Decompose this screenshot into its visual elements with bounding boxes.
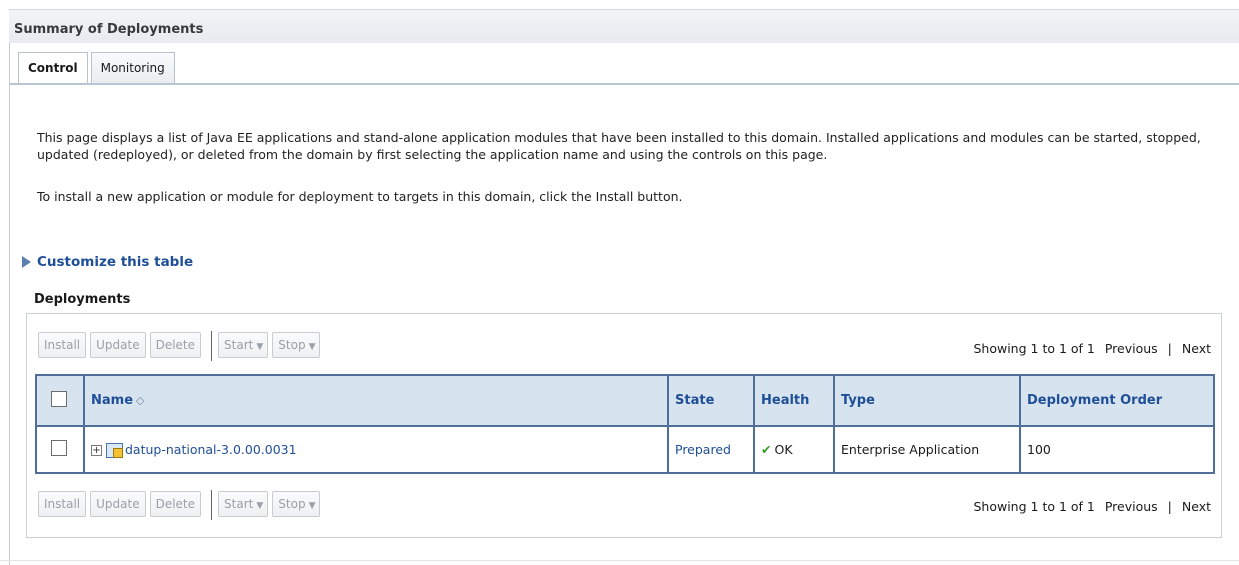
chevron-down-icon: ▼	[308, 501, 316, 511]
top-paging: Showing 1 to 1 of 1 Previous | Next	[973, 341, 1211, 356]
tab-control[interactable]: Control	[18, 52, 88, 84]
update-button[interactable]: Update	[90, 332, 146, 358]
customize-table-label: Customize this table	[37, 254, 194, 270]
chevron-down-icon: ▼	[308, 342, 316, 352]
table-header-row: Name ◇ State Health Type Deployment Order	[35, 374, 1215, 427]
stop-label: Stop	[278, 338, 306, 352]
row-select-cell	[35, 425, 85, 474]
column-header-health[interactable]: Health	[753, 374, 835, 427]
expand-plus-icon[interactable]: +	[91, 444, 102, 456]
paging-showing: Showing 1 to 1 of 1	[973, 499, 1095, 514]
deployments-section-title: Deployments	[34, 292, 131, 307]
expand-triangle-icon	[22, 256, 31, 268]
stop-dropdown-button[interactable]: Stop ▼	[272, 332, 321, 358]
paging-separator: |	[1167, 341, 1172, 356]
row-order-cell: 100	[1019, 425, 1215, 474]
column-header-deployment-order[interactable]: Deployment Order	[1019, 374, 1215, 427]
deployments-panel: Install Update Delete Start ▼ Stop ▼ Showi…	[26, 313, 1222, 538]
bottom-paging: Showing 1 to 1 of 1 Previous | Next	[973, 499, 1211, 514]
stop-label: Stop	[278, 497, 306, 511]
column-header-name[interactable]: Name ◇	[83, 374, 669, 427]
previous-link-bottom[interactable]: Previous	[1105, 499, 1158, 514]
paging-showing: Showing 1 to 1 of 1	[973, 341, 1095, 356]
page-title: Summary of Deployments	[14, 22, 204, 37]
next-link-bottom[interactable]: Next	[1182, 499, 1211, 514]
next-link[interactable]: Next	[1182, 341, 1211, 356]
start-label: Start	[224, 497, 254, 511]
application-icon	[106, 442, 123, 458]
update-button-bottom[interactable]: Update	[90, 491, 146, 517]
deployment-name-link[interactable]: datup-national-3.0.00.0031	[125, 442, 297, 457]
customize-table-link[interactable]: Customize this table	[22, 254, 193, 270]
stop-dropdown-button-bottom[interactable]: Stop ▼	[272, 491, 321, 517]
toolbar-separator	[211, 490, 213, 520]
checkmark-icon: ✔	[761, 442, 772, 457]
start-label: Start	[224, 338, 254, 352]
chevron-down-icon: ▼	[256, 342, 264, 352]
previous-link[interactable]: Previous	[1105, 341, 1158, 356]
description-paragraph-2: To install a new application or module f…	[37, 189, 683, 204]
install-button[interactable]: Install	[38, 332, 87, 358]
page-frame-left-border	[9, 9, 10, 565]
column-header-state[interactable]: State	[667, 374, 755, 427]
toolbar-separator	[211, 331, 213, 361]
bottom-toolbar: Install Update Delete Start ▼ Stop ▼	[38, 490, 324, 520]
top-toolbar: Install Update Delete Start ▼ Stop ▼	[38, 331, 324, 361]
delete-button-bottom[interactable]: Delete	[149, 491, 202, 517]
sort-ascending-icon[interactable]: ◇	[136, 394, 144, 407]
tab-strip: Control Monitoring	[18, 52, 178, 84]
description-paragraph-1: This page displays a list of Java EE app…	[37, 130, 1201, 162]
delete-button[interactable]: Delete	[149, 332, 202, 358]
page-title-bar: Summary of Deployments	[9, 9, 1239, 43]
select-all-checkbox[interactable]	[51, 390, 67, 407]
table-row: + datup-national-3.0.00.0031 Prepared ✔ OK…	[35, 425, 1215, 474]
row-state-cell: Prepared	[667, 425, 755, 474]
column-name-label: Name	[91, 393, 134, 408]
row-health-cell: ✔ OK	[753, 425, 835, 474]
install-button-bottom[interactable]: Install	[38, 491, 87, 517]
page-bottom-divider	[0, 560, 1239, 561]
select-all-header	[35, 374, 85, 427]
paging-separator: |	[1167, 499, 1172, 514]
health-value: OK	[774, 442, 793, 457]
row-type-cell: Enterprise Application	[833, 425, 1021, 474]
deployments-table: Name ◇ State Health Type Deployment Order…	[35, 374, 1215, 474]
state-link[interactable]: Prepared	[675, 442, 731, 457]
tab-monitoring[interactable]: Monitoring	[90, 52, 175, 84]
row-name-cell: + datup-national-3.0.00.0031	[83, 425, 669, 474]
start-dropdown-button-bottom[interactable]: Start ▼	[218, 491, 269, 517]
tab-underline	[10, 83, 1239, 85]
chevron-down-icon: ▼	[256, 501, 264, 511]
row-checkbox[interactable]	[51, 440, 67, 456]
start-dropdown-button[interactable]: Start ▼	[218, 332, 269, 358]
column-header-type[interactable]: Type	[833, 374, 1021, 427]
